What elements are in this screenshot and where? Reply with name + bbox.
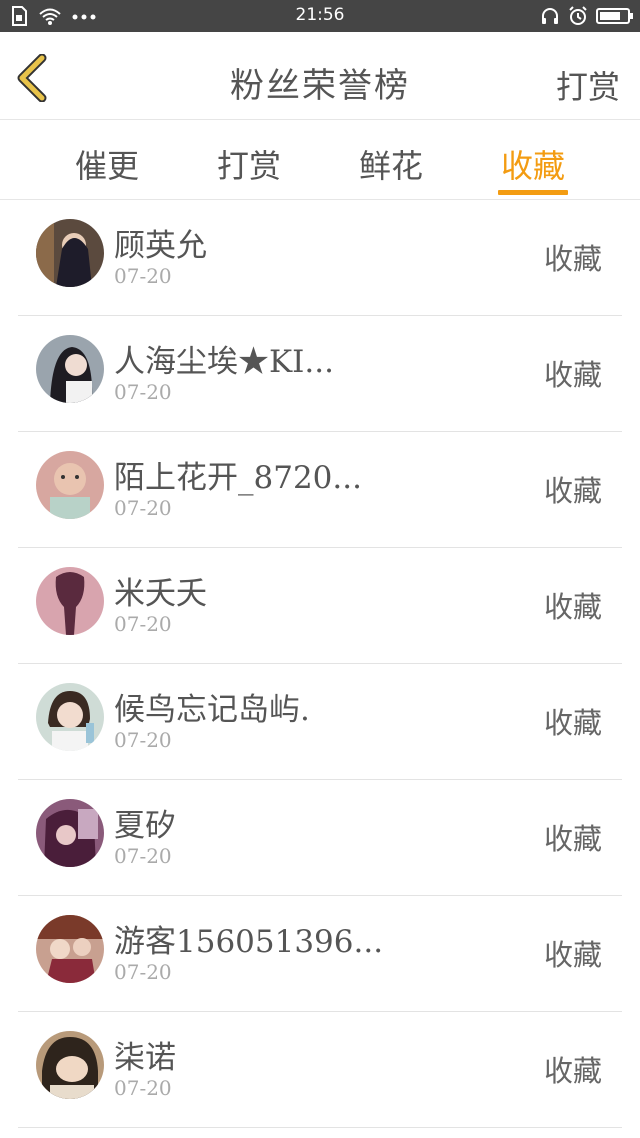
fan-list: 顾英允 07-20 收藏 人海尘埃★KI... 07-20 收藏 陌上花开_87…	[0, 200, 640, 1128]
user-name: 陌上花开_8720...	[114, 460, 362, 496]
tab-favorites[interactable]: 收藏	[478, 141, 588, 187]
record-date: 07-20	[114, 728, 172, 752]
avatar	[36, 219, 104, 287]
list-item[interactable]: 顾英允 07-20 收藏	[0, 200, 640, 316]
reward-button[interactable]: 打赏	[556, 62, 620, 108]
avatar	[36, 335, 104, 403]
list-item[interactable]: 人海尘埃★KI... 07-20 收藏	[0, 316, 640, 432]
user-name: 游客156051396...	[114, 924, 384, 960]
user-name: 候鸟忘记岛屿.	[114, 692, 310, 728]
record-type: 收藏	[543, 706, 602, 740]
status-bar: 21:56	[0, 0, 640, 32]
record-type: 收藏	[543, 474, 602, 508]
record-type: 收藏	[543, 1054, 602, 1088]
tab-reward[interactable]: 打赏	[194, 141, 304, 187]
headset-icon	[542, 8, 558, 24]
list-item[interactable]: 陌上花开_8720... 07-20 收藏	[0, 432, 640, 548]
list-item[interactable]: 候鸟忘记岛屿. 07-20 收藏	[0, 664, 640, 780]
status-right-icons	[540, 6, 633, 26]
record-date: 07-20	[114, 612, 172, 636]
list-item[interactable]: 米夭夭 07-20 收藏	[0, 548, 640, 664]
battery-icon	[596, 8, 633, 24]
page-title: 粉丝荣誉榜	[230, 66, 410, 106]
active-tab-indicator	[498, 190, 568, 195]
list-item[interactable]: 夏矽 07-20 收藏	[0, 780, 640, 896]
record-type: 收藏	[543, 242, 602, 276]
avatar	[36, 915, 104, 983]
top-app-bar: 粉丝荣誉榜 打赏	[0, 32, 640, 120]
record-type: 收藏	[543, 822, 602, 856]
user-name: 柒诺	[114, 1040, 176, 1076]
avatar	[36, 683, 104, 751]
divider	[18, 1127, 622, 1128]
record-date: 07-20	[114, 844, 172, 868]
tab-flowers[interactable]: 鲜花	[336, 141, 446, 187]
user-name: 夏矽	[114, 808, 176, 844]
list-item[interactable]: 柒诺 07-20 收藏	[0, 1012, 640, 1128]
list-item[interactable]: 游客156051396... 07-20 收藏	[0, 896, 640, 1012]
record-type: 收藏	[543, 938, 602, 972]
avatar	[36, 567, 104, 635]
tab-bar: 催更 打赏 鲜花 收藏	[0, 121, 640, 200]
record-type: 收藏	[543, 358, 602, 392]
record-date: 07-20	[114, 380, 172, 404]
avatar	[36, 451, 104, 519]
user-name: 米夭夭	[114, 576, 207, 612]
record-date: 07-20	[114, 264, 172, 288]
alarm-icon	[569, 6, 587, 25]
avatar	[36, 1031, 104, 1099]
record-date: 07-20	[114, 960, 172, 984]
record-date: 07-20	[114, 496, 172, 520]
record-type: 收藏	[543, 590, 602, 624]
user-name: 人海尘埃★KI...	[114, 344, 334, 380]
tab-urge-update[interactable]: 催更	[52, 141, 162, 187]
record-date: 07-20	[114, 1076, 172, 1100]
avatar	[36, 799, 104, 867]
user-name: 顾英允	[114, 228, 207, 264]
